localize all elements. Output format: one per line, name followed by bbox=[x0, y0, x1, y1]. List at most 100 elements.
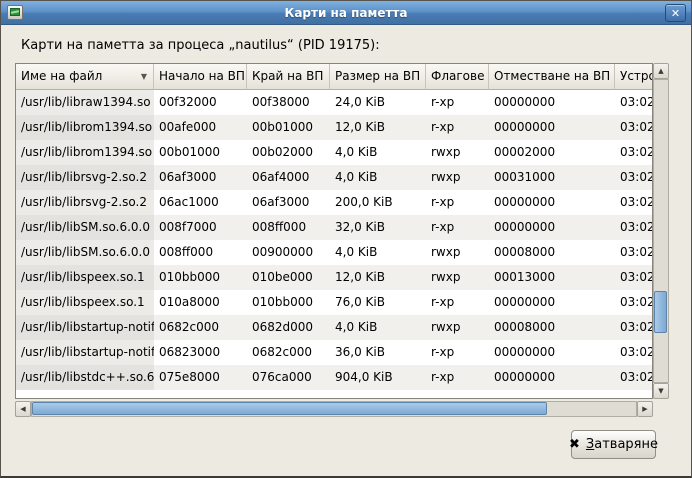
scroll-right-icon[interactable]: ▶ bbox=[637, 401, 653, 417]
cell-vm_offset: 00002000 bbox=[489, 140, 615, 165]
cell-vm_size: 4,0 KiB bbox=[330, 315, 426, 340]
column-header-vm_start[interactable]: Начало на ВП bbox=[154, 64, 247, 90]
horizontal-scrollbar-track[interactable] bbox=[31, 401, 637, 417]
column-header-flags[interactable]: Флагове bbox=[426, 64, 489, 90]
column-header-filename[interactable]: Име на файл ▼ bbox=[16, 64, 154, 90]
scroll-up-icon[interactable]: ▲ bbox=[653, 63, 669, 79]
vertical-scrollbar[interactable]: ▲ ▼ bbox=[653, 63, 669, 399]
system-monitor-icon bbox=[7, 5, 23, 20]
cell-device: 03:02 bbox=[615, 140, 653, 165]
column-header-label: Име на файл bbox=[21, 69, 102, 83]
table-row[interactable]: /usr/lib/libraw1394.so00f3200000f3800024… bbox=[16, 90, 652, 115]
cell-vm_offset: 00031000 bbox=[489, 165, 615, 190]
cell-vm_start: 008f7000 bbox=[154, 215, 247, 240]
cell-vm_size: 4,0 KiB bbox=[330, 140, 426, 165]
cell-vm_start: 06ac1000 bbox=[154, 190, 247, 215]
cell-vm_start: 00afe000 bbox=[154, 115, 247, 140]
scroll-down-icon[interactable]: ▼ bbox=[653, 383, 669, 399]
cell-vm_end: 00f38000 bbox=[247, 90, 330, 115]
cell-device: 03:02 bbox=[615, 365, 653, 390]
cell-vm_size: 4,0 KiB bbox=[330, 240, 426, 265]
sort-descending-icon: ▼ bbox=[141, 64, 147, 89]
column-header-label: Отместване на ВП bbox=[494, 69, 610, 83]
column-header-vm_offset[interactable]: Отместване на ВП bbox=[489, 64, 615, 90]
cell-vm_size: 24,0 KiB bbox=[330, 90, 426, 115]
cell-device: 03:02 bbox=[615, 115, 653, 140]
cell-device: 03:02 bbox=[615, 165, 653, 190]
cell-device: 03:02 bbox=[615, 315, 653, 340]
cell-device: 03:02 bbox=[615, 215, 653, 240]
cell-flags: rwxp bbox=[426, 240, 489, 265]
cell-vm_end: 00900000 bbox=[247, 240, 330, 265]
cell-vm_offset: 00000000 bbox=[489, 340, 615, 365]
table-row[interactable]: /usr/lib/libSM.so.6.0.0008ff000009000004… bbox=[16, 240, 652, 265]
cell-filename: /usr/lib/libraw1394.so bbox=[16, 90, 154, 115]
table-row[interactable]: /usr/lib/librsvg-2.so.206ac100006af30002… bbox=[16, 190, 652, 215]
cell-filename: /usr/lib/libstartup-notification bbox=[16, 315, 154, 340]
cell-vm_size: 76,0 KiB bbox=[330, 290, 426, 315]
table-row[interactable]: /usr/lib/libspeex.so.1010a8000010bb00076… bbox=[16, 290, 652, 315]
cell-filename: /usr/lib/librom1394.so bbox=[16, 140, 154, 165]
cell-device: 03:02 bbox=[615, 290, 653, 315]
cell-vm_end: 076ca000 bbox=[247, 365, 330, 390]
cell-device: 03:02 bbox=[615, 90, 653, 115]
cell-filename: /usr/lib/libstdc++.so.6 bbox=[16, 365, 154, 390]
cell-vm_end: 010bb000 bbox=[247, 290, 330, 315]
cell-vm_offset: 00000000 bbox=[489, 190, 615, 215]
cell-vm_offset: 00008000 bbox=[489, 315, 615, 340]
vertical-scrollbar-track[interactable] bbox=[653, 79, 669, 383]
cell-filename: /usr/lib/libSM.so.6.0.0 bbox=[16, 215, 154, 240]
cell-flags: rwxp bbox=[426, 165, 489, 190]
cell-flags: r-xp bbox=[426, 215, 489, 240]
cell-vm_end: 00b02000 bbox=[247, 140, 330, 165]
scroll-left-icon[interactable]: ◀ bbox=[15, 401, 31, 417]
vertical-scrollbar-thumb[interactable] bbox=[654, 291, 667, 333]
table-row[interactable]: /usr/lib/libspeex.so.1010bb000010be00012… bbox=[16, 265, 652, 290]
table-row[interactable]: /usr/lib/libSM.so.6.0.0008f7000008ff0003… bbox=[16, 215, 652, 240]
column-header-label: Край на ВП bbox=[252, 69, 323, 83]
cell-vm_start: 010a8000 bbox=[154, 290, 247, 315]
table-row[interactable]: /usr/lib/librsvg-2.so.206af300006af40004… bbox=[16, 165, 652, 190]
column-header-vm_size[interactable]: Размер на ВП bbox=[330, 64, 426, 90]
cell-filename: /usr/lib/libspeex.so.1 bbox=[16, 290, 154, 315]
cell-vm_end: 06af3000 bbox=[247, 190, 330, 215]
column-header-vm_end[interactable]: Край на ВП bbox=[247, 64, 330, 90]
horizontal-scrollbar-thumb[interactable] bbox=[32, 402, 547, 415]
column-header-label: Начало на ВП bbox=[159, 69, 245, 83]
cell-filename: /usr/lib/libstartup-notification bbox=[16, 340, 154, 365]
horizontal-scrollbar[interactable]: ◀ ▶ bbox=[15, 401, 653, 417]
cell-vm_start: 06af3000 bbox=[154, 165, 247, 190]
close-button-label: Затваряне bbox=[586, 437, 658, 452]
cell-vm_offset: 00000000 bbox=[489, 290, 615, 315]
cell-flags: rwxp bbox=[426, 315, 489, 340]
cell-device: 03:02 bbox=[615, 240, 653, 265]
close-button[interactable]: ✖ Затваряне bbox=[571, 430, 656, 459]
table-row[interactable]: /usr/lib/libstartup-notification0682c000… bbox=[16, 315, 652, 340]
cell-vm_start: 0682c000 bbox=[154, 315, 247, 340]
cell-device: 03:02 bbox=[615, 265, 653, 290]
cell-vm_end: 010be000 bbox=[247, 265, 330, 290]
column-header-device[interactable]: Устройство bbox=[615, 64, 653, 90]
cell-vm_start: 008ff000 bbox=[154, 240, 247, 265]
cell-flags: r-xp bbox=[426, 365, 489, 390]
cell-flags: r-xp bbox=[426, 290, 489, 315]
table-row[interactable]: /usr/lib/librom1394.so00afe00000b0100012… bbox=[16, 115, 652, 140]
titlebar[interactable]: Карти на паметта ✕ bbox=[1, 1, 691, 25]
table-row[interactable]: /usr/lib/libstdc++.so.6075e8000076ca0009… bbox=[16, 365, 652, 390]
cell-vm_start: 00b01000 bbox=[154, 140, 247, 165]
column-header-label: Флагове bbox=[431, 69, 484, 83]
process-description-label: Карти на паметта за процеса „nautilus“ (… bbox=[21, 38, 380, 53]
cell-vm_size: 4,0 KiB bbox=[330, 165, 426, 190]
cell-flags: rwxp bbox=[426, 265, 489, 290]
window-close-icon[interactable]: ✕ bbox=[665, 4, 686, 22]
cell-filename: /usr/lib/librom1394.so bbox=[16, 115, 154, 140]
table-row[interactable]: /usr/lib/librom1394.so00b0100000b020004,… bbox=[16, 140, 652, 165]
cell-device: 03:02 bbox=[615, 340, 653, 365]
memory-maps-table: Име на файл ▼ Начало на ВП Край на ВП Размер… bbox=[15, 63, 653, 399]
cell-vm_end: 06af4000 bbox=[247, 165, 330, 190]
table-row[interactable]: /usr/lib/libstartup-notification06823000… bbox=[16, 340, 652, 365]
cell-filename: /usr/lib/librsvg-2.so.2 bbox=[16, 190, 154, 215]
cell-vm_end: 00b01000 bbox=[247, 115, 330, 140]
cell-vm_end: 0682d000 bbox=[247, 315, 330, 340]
cell-vm_start: 06823000 bbox=[154, 340, 247, 365]
